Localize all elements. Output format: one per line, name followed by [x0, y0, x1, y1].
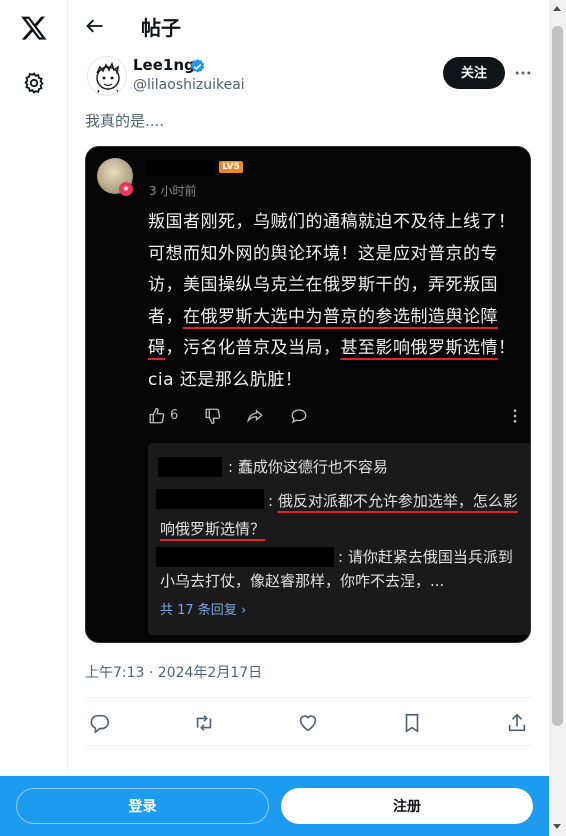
x-logo-icon[interactable]	[19, 14, 49, 42]
like-count: 6	[170, 408, 179, 423]
reply-text: 蠢成你这德行也不容易	[237, 458, 388, 476]
share-icon	[247, 409, 263, 423]
user-handle[interactable]: @lilaoshizuikeai	[133, 77, 245, 93]
embedded-more-icon	[513, 409, 517, 423]
post-image[interactable]: ★ LV5 3 小时前 叛国者刚死，乌贼们的通稿就迫不及待上线了！可想而知外网的…	[85, 146, 531, 643]
level-badge: LV5	[219, 161, 243, 173]
reply-colon: :	[228, 458, 234, 476]
reply-text: 俄反对派都不允许参加选举，怎么影响俄罗斯选情？	[160, 492, 518, 538]
scrollbar-thumb[interactable]	[552, 26, 563, 726]
embedded-actions: 6	[148, 405, 524, 427]
underlined-text: 甚至影响俄罗斯选情	[340, 338, 498, 358]
reply-colon: :	[338, 548, 344, 566]
embedded-comment: 叛国者刚死，乌贼们的通稿就迫不及待上线了！可想而知外网的舆论环境！这是应对普京的…	[148, 207, 528, 396]
thumbs-up-icon	[149, 407, 165, 424]
login-button[interactable]: 登录	[16, 788, 269, 824]
avatar-badge: ★	[119, 182, 133, 196]
comment-text: ，污名化普京及当局，	[165, 338, 341, 358]
retweet-icon[interactable]	[193, 712, 215, 734]
embedded-replies: : 蠢成你这德行也不容易 : 俄反对派都不允许参加选举，怎么影响俄罗斯选情？ :…	[148, 443, 530, 635]
divider	[85, 745, 533, 746]
bookmark-icon[interactable]	[401, 712, 423, 734]
post-text: 我真的是....	[85, 112, 165, 130]
back-arrow-icon[interactable]	[85, 16, 105, 36]
share-upload-icon[interactable]	[506, 712, 528, 734]
avatar-drawing-icon	[96, 61, 120, 95]
gear-icon[interactable]	[22, 71, 46, 95]
divider	[85, 697, 533, 698]
scroll-down-icon[interactable]	[553, 824, 561, 829]
reply-item: : 请你赶紧去俄国当兵派到小乌去打仗，像赵睿那样，你咋不去涅，...	[160, 545, 520, 593]
login-bar: 登录 注册	[0, 776, 549, 836]
embedded-avatar: ★	[97, 158, 133, 196]
reply-item: : 俄反对派都不允许参加选举，怎么影响俄罗斯选情？	[160, 487, 520, 543]
embedded-time: 3 小时前	[149, 184, 197, 198]
redacted-username	[146, 160, 214, 176]
reply-icon[interactable]	[89, 712, 111, 734]
main-column: 帖子 Lee1ng @lilaoshizuikeai 关注 我真的是.... ★…	[69, 0, 549, 836]
like-heart-icon[interactable]	[297, 712, 319, 734]
scroll-up-icon[interactable]	[553, 6, 561, 11]
reply-text: 请你赶紧去俄国当兵派到小乌去打仗，像赵睿那样，你咋不去涅，...	[160, 548, 513, 590]
reply-item: : 蠢成你这德行也不容易	[228, 455, 388, 479]
follow-button[interactable]: 关注	[443, 57, 505, 89]
register-button[interactable]: 注册	[281, 788, 533, 824]
top-bar: 帖子	[69, 0, 549, 53]
post-timestamp[interactable]: 上午7:13 · 2024年2月17日	[85, 662, 262, 682]
post-action-bar	[69, 710, 549, 738]
avatar[interactable]	[87, 56, 127, 96]
thumbs-down-icon	[205, 408, 221, 425]
comment-icon	[291, 409, 307, 424]
page-title: 帖子	[141, 16, 181, 40]
scrollbar[interactable]	[549, 0, 566, 836]
reply-colon: :	[268, 492, 274, 510]
post-author: Lee1ng @lilaoshizuikeai 关注	[69, 53, 549, 99]
verified-badge-icon	[190, 59, 205, 73]
left-rail	[0, 0, 68, 836]
more-replies-link: 共 17 条回复 ›	[160, 603, 247, 618]
redacted-username	[158, 457, 222, 477]
display-name[interactable]: Lee1ng	[133, 56, 195, 74]
more-options-icon[interactable]	[513, 63, 533, 83]
